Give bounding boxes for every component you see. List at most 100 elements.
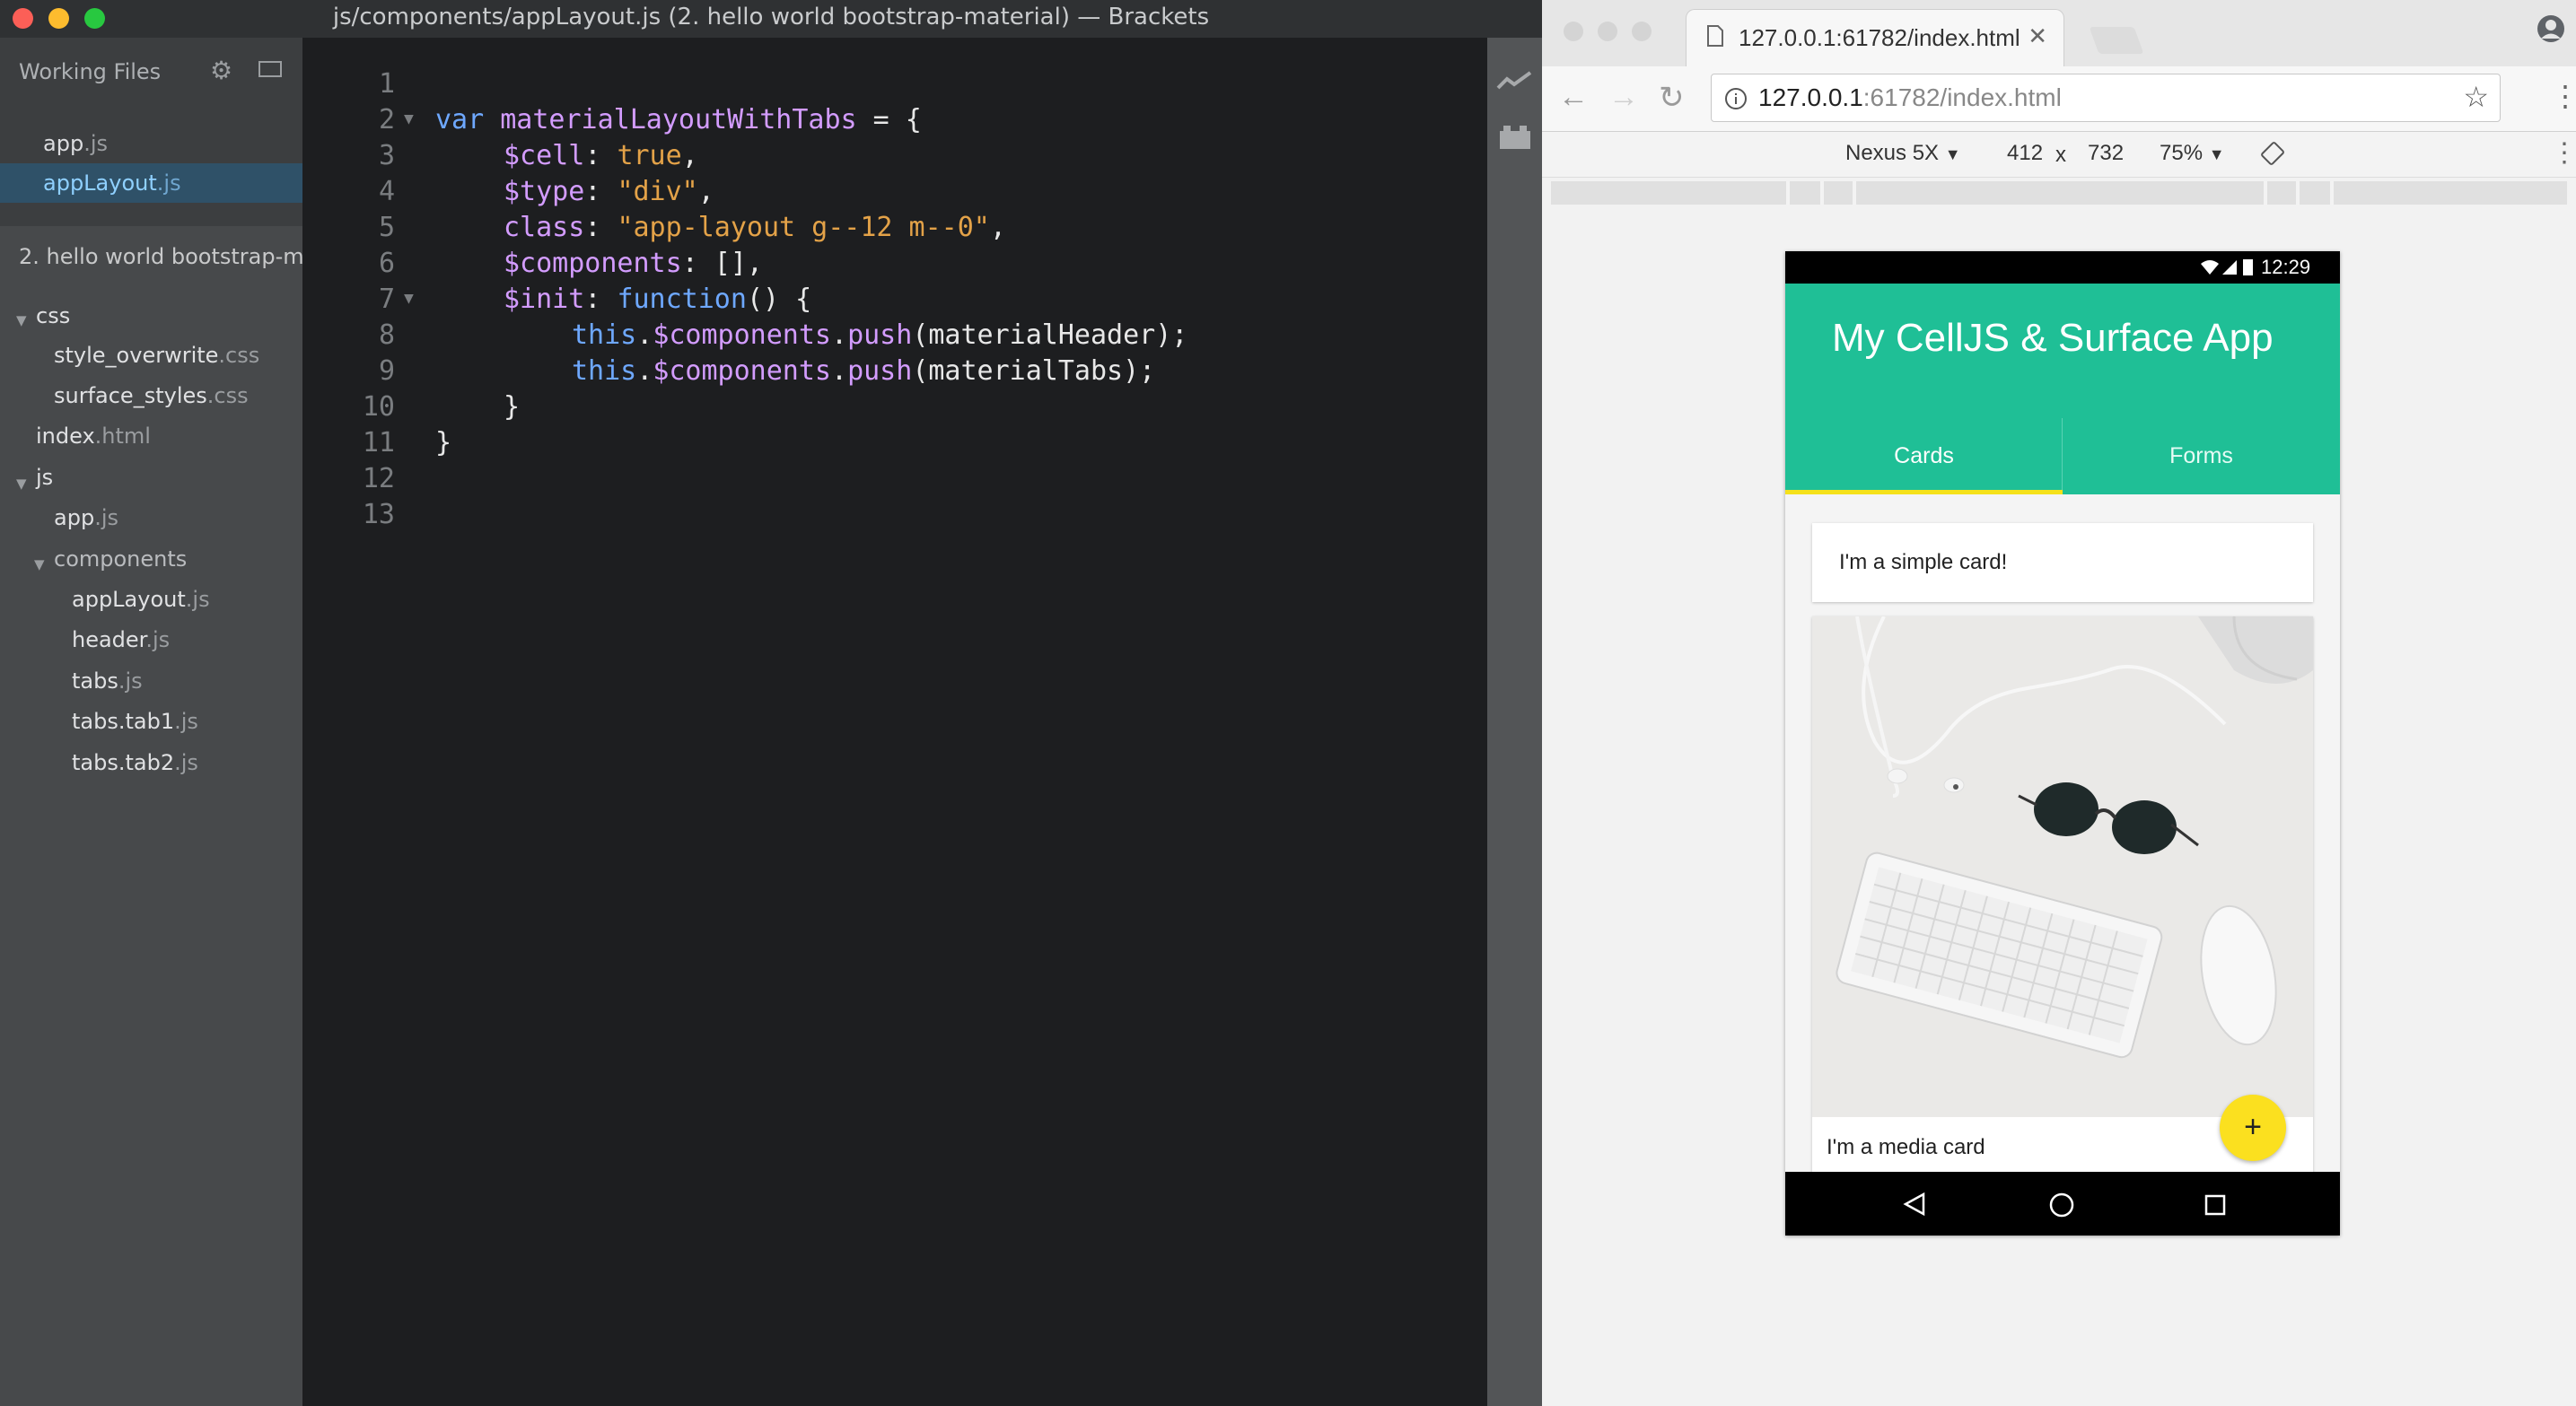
tree-ext: .css [206, 383, 249, 408]
folder-expanded-icon[interactable]: ▼ [34, 556, 45, 572]
dropdown-arrow-icon: ▼ [2208, 145, 2225, 163]
line-number: 7 [378, 284, 395, 315]
tree-ext: .js [174, 709, 198, 734]
clock: 12:29 [2261, 256, 2311, 278]
simple-card: I'm a simple card! [1812, 523, 2313, 602]
tree-file-app[interactable]: app.js [54, 505, 118, 530]
folder-expanded-icon[interactable]: ▼ [16, 312, 27, 328]
tree-folder-components[interactable]: components [54, 546, 187, 572]
tree-ext: .css [218, 343, 260, 368]
line-number: 4 [378, 176, 395, 207]
value: : [], [681, 248, 763, 279]
line-number: 8 [378, 319, 395, 351]
tree-file-style-overwrite[interactable]: style_overwrite.css [54, 343, 259, 368]
live-preview-icon[interactable] [1496, 70, 1532, 92]
menu-icon[interactable]: ⋮ [2551, 79, 2576, 113]
fold-arrow-icon[interactable]: ▼ [404, 109, 414, 128]
tree-ext: .js [174, 750, 198, 775]
sidebar: Working Files ⚙ app.js appLayout.js 2. h… [0, 38, 302, 1406]
browser-tab[interactable]: 127.0.0.1:61782/index.html ✕ [1686, 9, 2064, 67]
minimize-window-button[interactable] [1598, 22, 1617, 41]
project-title[interactable]: 2. hello world bootstrap-material [19, 244, 302, 269]
extension-manager-icon[interactable] [1498, 124, 1532, 151]
profile-icon[interactable] [2537, 14, 2565, 43]
line-number: 11 [362, 427, 395, 458]
file-ext: .js [156, 170, 181, 196]
tab-forms[interactable]: Forms [2063, 418, 2340, 494]
working-file-app[interactable]: app.js [0, 124, 302, 163]
tree-file-index[interactable]: index.html [36, 424, 151, 449]
folder-expanded-icon[interactable]: ▼ [16, 476, 27, 492]
close-tab-icon[interactable]: ✕ [2028, 22, 2047, 50]
zoom-select[interactable]: 75% ▼ [2160, 141, 2225, 166]
split-view-icon[interactable] [258, 61, 282, 77]
file-ext: .js [83, 131, 108, 156]
argument: (materialHeader); [912, 319, 1188, 351]
code-line-2: var materialLayoutWithTabs = { [435, 104, 922, 135]
code-editor[interactable]: 1 2 3 4 5 6 7 8 9 10 11 12 13 ▼ ▼ var ma… [302, 38, 1487, 1406]
times-sign: x [2055, 143, 2066, 167]
home-nav-icon[interactable] [2048, 1192, 2075, 1218]
page-icon [1707, 25, 1723, 47]
tree-file-header[interactable]: header.js [72, 627, 170, 652]
property: $init [504, 284, 585, 315]
dropdown-arrow-icon: ▼ [1944, 145, 1961, 163]
tree-label: tabs.tab1 [72, 709, 175, 734]
value: "app-layout g--12 m--0" [617, 212, 990, 243]
line-number: 2 [378, 104, 395, 135]
tree-file-tabs[interactable]: tabs.js [72, 668, 143, 694]
tree-ext: .html [94, 424, 151, 449]
signal-icon [2222, 260, 2237, 275]
media-query-ruler[interactable] [1551, 181, 2567, 205]
line-number: 13 [362, 499, 395, 530]
tree-file-tabs-tab1[interactable]: tabs.tab1.js [72, 709, 198, 734]
card-text: I'm a simple card! [1839, 550, 2008, 574]
title-bar: js/components/appLayout.js (2. hello wor… [0, 0, 1542, 38]
bookmark-star-icon[interactable]: ☆ [2463, 80, 2489, 114]
rotate-icon[interactable] [2260, 141, 2285, 166]
tree-label: app [54, 505, 95, 530]
window-title: js/components/appLayout.js (2. hello wor… [332, 4, 1210, 31]
tree-label: appLayout [72, 587, 186, 612]
argument: (materialTabs); [912, 355, 1156, 387]
info-icon[interactable] [1724, 87, 1748, 110]
reload-icon[interactable]: ↻ [1659, 80, 1685, 116]
tree-ext: .js [185, 587, 210, 612]
recents-nav-icon[interactable] [2204, 1193, 2227, 1217]
tree-folder-js[interactable]: js [36, 465, 53, 490]
tab-cards[interactable]: Cards [1785, 418, 2063, 494]
more-options-icon[interactable]: ⋮ [2551, 137, 2576, 169]
device-select[interactable]: Nexus 5X ▼ [1845, 141, 1961, 166]
tree-file-surface-styles[interactable]: surface_styles.css [54, 383, 249, 408]
tree-folder-css[interactable]: css [36, 303, 70, 328]
device-name: Nexus 5X [1845, 141, 1940, 165]
punct: () { [746, 284, 812, 315]
code-line-10: } [504, 391, 521, 423]
code-line-5: class: "app-layout g--12 m--0", [504, 212, 1006, 243]
tab-bar: Cards Forms [1785, 418, 2340, 494]
width-field[interactable]: 412 [2007, 141, 2043, 166]
new-tab-button[interactable] [2089, 27, 2144, 54]
fold-arrow-icon[interactable]: ▼ [404, 289, 414, 308]
add-fab-button[interactable]: + [2220, 1095, 2286, 1161]
zoom-window-button[interactable] [1632, 22, 1652, 41]
gear-icon[interactable]: ⚙ [210, 56, 232, 85]
tree-ext: .js [94, 505, 118, 530]
close-window-button[interactable] [1564, 22, 1583, 41]
code-line-3: $cell: true, [504, 140, 698, 171]
working-file-applayout[interactable]: appLayout.js [0, 163, 302, 203]
wifi-icon [2201, 260, 2219, 275]
tree-file-applayout[interactable]: appLayout.js [72, 587, 210, 612]
tree-file-tabs-tab2[interactable]: tabs.tab2.js [72, 750, 198, 775]
back-icon[interactable]: ← [1558, 80, 1589, 115]
line-number: 6 [378, 248, 395, 279]
back-nav-icon[interactable] [1902, 1192, 1927, 1217]
property: $cell [504, 140, 585, 171]
line-number: 10 [362, 391, 395, 423]
line-number: 9 [378, 355, 395, 387]
line-number: 3 [378, 140, 395, 171]
address-bar[interactable]: 127.0.0.1:61782/index.html ☆ [1711, 74, 2501, 122]
forward-icon[interactable]: → [1608, 80, 1639, 115]
tree-label: css [36, 303, 71, 328]
height-field[interactable]: 732 [2088, 141, 2124, 166]
